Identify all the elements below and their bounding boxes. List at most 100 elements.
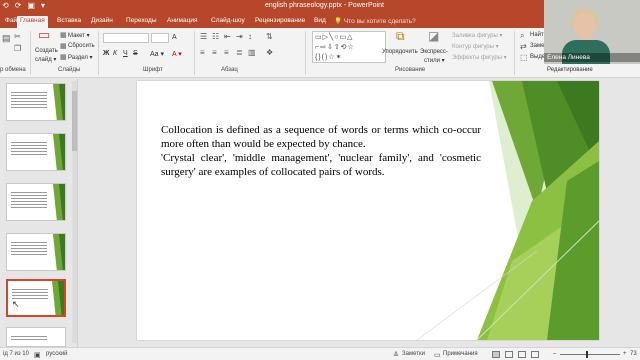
separator <box>98 31 99 75</box>
align-right-icon[interactable]: ≡ <box>224 48 229 58</box>
notes-icon[interactable]: ≙ <box>393 351 399 359</box>
thumbnail-text <box>11 142 47 157</box>
slides-group-label: Слайды <box>58 67 81 73</box>
italic-button[interactable]: К <box>113 50 117 57</box>
separator <box>30 31 31 75</box>
tab-transitions[interactable]: Переходы <box>123 16 160 28</box>
cut-icon[interactable]: ✂ <box>14 32 21 42</box>
shape-effects-button[interactable]: Эффекты фигуры ▾ <box>452 54 507 61</box>
numbering-icon[interactable]: ☷ <box>212 32 219 42</box>
thumbnail-text <box>11 92 47 110</box>
increase-indent-icon[interactable]: ⇥ <box>236 32 243 42</box>
columns-icon[interactable]: ▥ <box>248 48 256 58</box>
new-slide-dropdown[interactable]: слайд ▾ <box>35 56 56 63</box>
bold-button[interactable]: Ж <box>103 50 109 57</box>
quick-styles-icon[interactable]: ◪ <box>428 30 439 42</box>
select-icon[interactable]: ⬚ <box>520 53 528 63</box>
ribbon: ▤ ✂ ❐ р обмена ▭ Создать слайд ▾ ▦ Макет… <box>0 28 547 78</box>
notes-button[interactable]: Заметки <box>402 351 425 357</box>
tab-review[interactable]: Рецензирование <box>252 16 308 28</box>
start-slideshow-icon[interactable]: ▣ <box>27 1 35 10</box>
tab-insert[interactable]: Вставка <box>54 16 84 28</box>
quick-styles-button[interactable]: Экспресс- <box>420 49 448 55</box>
spellcheck-icon[interactable]: ▣ <box>34 351 41 359</box>
comments-button[interactable]: Примечания <box>443 351 478 357</box>
arrange-button[interactable]: Упорядочить <box>382 49 418 55</box>
line-spacing-icon[interactable]: ↕ <box>248 32 252 42</box>
slide-thumbnail[interactable] <box>6 327 66 347</box>
decrease-indent-icon[interactable]: ⇤ <box>224 32 231 42</box>
justify-icon[interactable]: ≣ <box>236 48 243 58</box>
slide[interactable]: Collocation is defined as a sequence of … <box>137 81 599 340</box>
slide-sorter-button[interactable] <box>505 351 513 358</box>
thumbnail-green-decoration <box>53 184 65 220</box>
reading-view-button[interactable] <box>518 351 526 358</box>
new-slide-button[interactable]: Создать <box>35 48 58 54</box>
shape-outline-button[interactable]: Контур фигуры ▾ <box>452 43 499 50</box>
thumbnails-scrollbar[interactable] <box>72 81 77 343</box>
redo-icon[interactable]: ⟳ <box>15 1 22 10</box>
thumbnail-green-decoration <box>53 134 65 170</box>
slide-paragraph-1: Collocation is defined as a sequence of … <box>161 124 481 150</box>
bullets-icon[interactable]: ☰ <box>200 32 207 42</box>
align-center-icon[interactable]: ≡ <box>212 48 217 58</box>
zoom-out-button[interactable]: – <box>553 351 556 357</box>
paragraph-group-label: Абзац <box>221 67 238 73</box>
customize-qat-icon[interactable]: ▾ <box>41 1 45 10</box>
tell-me-search[interactable]: 💡 Что вы хотите сделать? <box>334 17 416 25</box>
font-size-select[interactable] <box>151 33 169 43</box>
slide-thumbnail[interactable] <box>6 233 66 271</box>
tab-animations[interactable]: Анимация <box>164 16 201 28</box>
thumbnail-green-decoration <box>52 281 64 315</box>
presenter-face <box>574 12 596 40</box>
language-indicator[interactable]: русский <box>46 351 68 357</box>
zoom-slider[interactable] <box>560 354 620 355</box>
font-color-button[interactable]: A ▾ <box>172 50 182 58</box>
increase-font-button[interactable]: A <box>172 34 177 41</box>
tab-design[interactable]: Дизайн <box>88 16 116 28</box>
font-family-select[interactable] <box>103 33 149 43</box>
reset-button[interactable]: Сбросить <box>68 43 95 49</box>
smartart-icon[interactable]: ❖ <box>266 48 273 58</box>
quick-styles-dropdown[interactable]: стили ▾ <box>424 57 445 64</box>
underline-button[interactable]: Ч <box>123 50 128 57</box>
zoom-level[interactable]: 73 <box>630 351 637 357</box>
copy-icon[interactable]: ❐ <box>14 44 21 54</box>
arrange-icon[interactable]: ⧉ <box>396 30 405 42</box>
comments-icon[interactable]: ▭ <box>434 351 441 359</box>
slideshow-view-button[interactable] <box>531 351 539 358</box>
shapes-gallery[interactable]: ▭▷╲○▭△ ⌐⇨⇩⇧⟲☆ {}()☆✶ <box>312 31 386 63</box>
normal-view-button[interactable] <box>492 351 500 358</box>
tab-view[interactable]: Вид <box>311 16 329 28</box>
editing-group-label: Редактирование <box>547 67 593 73</box>
slide-green-decoration <box>416 81 599 340</box>
new-slide-icon[interactable]: ▭ <box>38 28 50 41</box>
section-button[interactable]: Раздел ▾ <box>68 54 93 61</box>
replace-icon[interactable]: ⇄ <box>520 42 527 52</box>
change-case-button[interactable]: Aa ▾ <box>150 50 164 58</box>
slide-thumbnail[interactable] <box>6 133 66 171</box>
slide-thumbnail[interactable] <box>6 183 66 221</box>
zoom-slider-handle[interactable] <box>586 351 588 358</box>
lightbulb-icon: 💡 <box>334 18 344 25</box>
strikethrough-button[interactable]: S <box>133 50 138 57</box>
replace-button[interactable]: Заме <box>530 43 544 49</box>
layout-button[interactable]: Макет ▾ <box>68 32 90 39</box>
tab-slideshow[interactable]: Слайд-шоу <box>208 16 248 28</box>
scrollbar-thumb[interactable] <box>72 91 77 151</box>
undo-icon[interactable]: ⟲ <box>2 1 9 10</box>
slide-text-box[interactable]: Collocation is defined as a sequence of … <box>161 123 481 179</box>
shape-fill-button[interactable]: Заливка фигуры ▾ <box>452 32 503 39</box>
zoom-in-button[interactable]: + <box>623 351 627 357</box>
text-direction-icon[interactable]: ⇅ <box>266 32 273 42</box>
align-left-icon[interactable]: ≡ <box>200 48 205 58</box>
slide-thumbnail[interactable] <box>6 83 66 121</box>
thumbnail-text <box>11 242 47 257</box>
paste-icon[interactable]: ▤ <box>2 33 11 43</box>
select-button[interactable]: Выде <box>530 54 545 60</box>
slide-thumbnail-selected[interactable]: ↖ <box>6 279 66 317</box>
separator <box>194 31 195 75</box>
section-icon: ▦ <box>60 54 67 61</box>
find-icon[interactable]: ⌕ <box>520 31 524 41</box>
font-group-label: Шрифт <box>143 67 163 73</box>
